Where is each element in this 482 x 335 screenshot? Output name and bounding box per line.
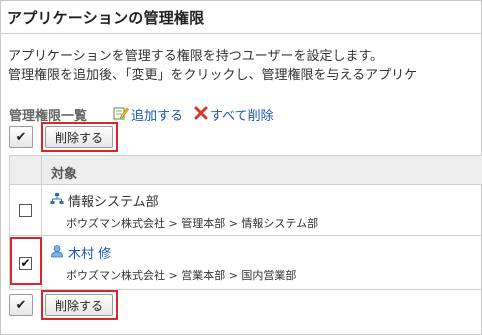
highlight-frame-checkbox bbox=[10, 237, 42, 285]
check-all-button-top[interactable]: ✔ bbox=[9, 126, 33, 148]
table-row: ✔ 木村 修 ボウズマン株式会社 > 営業本部 > 国内営業部 bbox=[10, 236, 482, 290]
checkmark-icon: ✔ bbox=[15, 297, 27, 313]
user-name-link[interactable]: 木村 修 bbox=[68, 243, 111, 262]
org-path: ボウズマン株式会社 > 管理本部 > 情報システム部 bbox=[66, 217, 319, 230]
user-icon bbox=[50, 244, 64, 262]
add-link[interactable]: 追加する bbox=[113, 105, 183, 124]
checkmark-icon: ✔ bbox=[15, 129, 27, 145]
org-name: 情報システム部 bbox=[68, 195, 159, 210]
delete-button-top[interactable]: 削除する bbox=[45, 126, 113, 148]
delete-button-bottom[interactable]: 削除する bbox=[45, 294, 113, 316]
header-target: 対象 bbox=[51, 167, 78, 182]
add-link-label: 追加する bbox=[131, 109, 184, 124]
pencil-add-icon bbox=[113, 106, 129, 124]
org-chart-icon bbox=[50, 192, 64, 210]
red-x-icon bbox=[194, 106, 208, 124]
delete-all-link-label: すべて削除 bbox=[210, 109, 274, 124]
description-line-2: 管理権限を追加後、「変更」をクリックし、管理権限を与えるアプリケ bbox=[8, 68, 418, 83]
delete-all-link[interactable]: すべて削除 bbox=[194, 105, 274, 124]
table-header: 対象 bbox=[10, 156, 482, 185]
title-divider bbox=[0, 33, 482, 34]
row-name: 情報システム部 bbox=[50, 191, 159, 210]
row-checkbox[interactable] bbox=[19, 204, 32, 217]
table-row: 情報システム部 ボウズマン株式会社 > 管理本部 > 情報システム部 bbox=[10, 185, 482, 236]
check-all-button-bottom[interactable]: ✔ bbox=[9, 294, 33, 316]
row-name: 木村 修 bbox=[50, 243, 111, 262]
page-title: アプリケーションの管理権限 bbox=[7, 9, 205, 27]
admin-table: 対象 情報システム部 ボウズマン株式会社 > 管理本部 > 情報システム部 ✔ … bbox=[9, 155, 482, 290]
description-line-1: アプリケーションを管理する権限を持つユーザーを設定します。 bbox=[8, 49, 384, 64]
user-path: ボウズマン株式会社 > 営業本部 > 国内営業部 bbox=[66, 269, 297, 282]
